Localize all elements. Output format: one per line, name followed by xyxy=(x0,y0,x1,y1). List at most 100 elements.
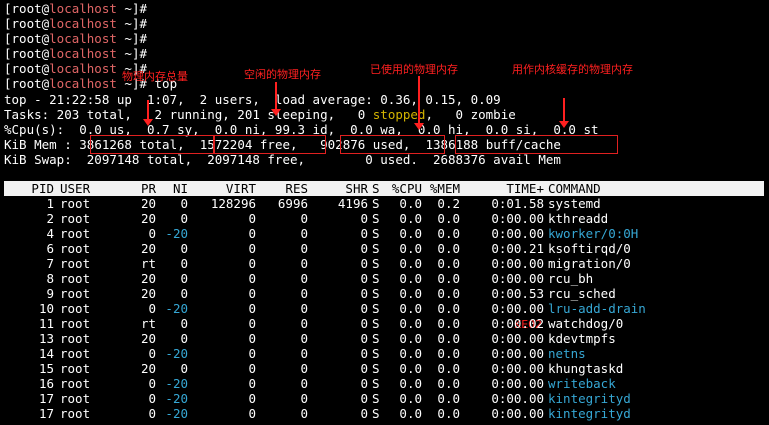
cell-time: 0:00.00 xyxy=(491,211,544,226)
cell-user: root xyxy=(60,376,91,391)
cell-virt: 0 xyxy=(248,226,256,241)
prompt-line: [root@localhost ~]# xyxy=(4,46,147,61)
cell-res: 0 xyxy=(300,361,308,376)
table-row: 9 root 20 0 0 0 0 S 0.0 0.0 0:00.53 rcu_sched xyxy=(4,286,764,301)
table-row: 1 root 20 0 128296 6996 4196 S 0.0 0.2 0:01.58 syst… xyxy=(4,196,764,211)
cell-virt: 0 xyxy=(248,391,256,406)
cell-user: root xyxy=(60,391,91,406)
column-cpu: %CPU xyxy=(391,181,422,196)
highlight-box-cache xyxy=(455,135,618,154)
annotation-total: 物理内存总量 xyxy=(122,70,188,83)
cell-cpu: 0.0 xyxy=(399,301,422,316)
cell-mem: 0.0 xyxy=(437,256,460,271)
cell-pid: 2 xyxy=(46,211,54,226)
annotation-cache: 用作内核缓存的物理内存 xyxy=(512,63,633,76)
cell-pr: 20 xyxy=(140,196,156,211)
cell-shr: 0 xyxy=(360,346,368,361)
cell-cpu: 0.0 xyxy=(399,346,422,361)
cell-mem: 0.0 xyxy=(437,241,460,256)
cell-res: 0 xyxy=(300,256,308,271)
table-row: 16 root 0 -20 0 0 0 S 0.0 0.0 0:00.00 writeback xyxy=(4,376,764,391)
cell-ni: 0 xyxy=(180,331,188,346)
cell-pid: 9 xyxy=(46,286,54,301)
cell-shr: 4196 xyxy=(337,196,368,211)
table-row: 10 root 0 -20 0 0 0 S 0.0 0.0 0:00.00 lru-add-drain xyxy=(4,301,764,316)
annotation-used: 已使用的物理内存 xyxy=(370,63,458,76)
cell-ni: 0 xyxy=(180,256,188,271)
cell-virt: 0 xyxy=(248,361,256,376)
cell-s: S xyxy=(372,241,380,256)
cell-time: 0:00.00 xyxy=(491,376,544,391)
cell-user: root xyxy=(60,316,91,331)
cell-pid: 6 xyxy=(46,241,54,256)
cell-pid: 13 xyxy=(38,331,54,346)
process-table-header: PID USER PR NI VIRT RES SHR S %CPU %MEM … xyxy=(4,181,764,196)
cell-virt: 0 xyxy=(248,376,256,391)
cell-res: 0 xyxy=(300,301,308,316)
cell-pr: 0 xyxy=(148,301,156,316)
cell-pr: 20 xyxy=(140,361,156,376)
cell-user: root xyxy=(60,211,91,226)
prompt-line: [root@localhost ~]# xyxy=(4,16,147,31)
terminal-window[interactable]: [root@localhost ~]# [root@localhost ~]# … xyxy=(0,0,769,425)
swap-line: KiB Swap: 2097148 total, 2097148 free, 0… xyxy=(4,152,561,167)
cell-virt: 0 xyxy=(248,406,256,421)
cell-user: root xyxy=(60,196,91,211)
cell-res: 0 xyxy=(300,376,308,391)
cell-time: 0:00.00 xyxy=(491,346,544,361)
cell-pr: 20 xyxy=(140,241,156,256)
cell-s: S xyxy=(372,226,380,241)
cell-ni: -20 xyxy=(165,376,188,391)
cell-res: 0 xyxy=(300,271,308,286)
cell-cmd: kintegrityd xyxy=(548,406,631,421)
cell-pid: 11 xyxy=(38,316,54,331)
cell-ni: 0 xyxy=(180,241,188,256)
cell-shr: 0 xyxy=(360,361,368,376)
cell-cpu: 0.0 xyxy=(399,361,422,376)
cell-s: S xyxy=(372,301,380,316)
process-table: 1 root 20 0 128296 6996 4196 S 0.0 0.2 0:01.58 syst… xyxy=(4,196,764,421)
cell-shr: 0 xyxy=(360,376,368,391)
column-time: TIME+ xyxy=(506,181,544,196)
cell-user: root xyxy=(60,271,91,286)
cell-cmd: ksoftirqd/0 xyxy=(548,241,631,256)
cell-mem: 0.0 xyxy=(437,376,460,391)
cell-virt: 0 xyxy=(248,241,256,256)
cell-shr: 0 xyxy=(360,271,368,286)
cell-cpu: 0.0 xyxy=(399,241,422,256)
cell-cmd: watchdog/0 xyxy=(548,316,624,331)
cell-res: 0 xyxy=(300,316,308,331)
cell-res: 6996 xyxy=(277,196,308,211)
cell-mem: 0.0 xyxy=(437,301,460,316)
highlight-box-free xyxy=(214,135,326,154)
arrow-down-icon xyxy=(559,98,569,128)
cell-s: S xyxy=(372,361,380,376)
cell-mem: 0.0 xyxy=(437,361,460,376)
arrow-down-icon xyxy=(414,76,424,130)
table-row: 7 root rt 0 0 0 0 S 0.0 0.0 0:00.00 migration/0 xyxy=(4,256,764,271)
arrow-down-icon xyxy=(143,100,153,126)
cell-user: root xyxy=(60,406,91,421)
cell-virt: 0 xyxy=(248,331,256,346)
cell-cmd: kdevtmpfs xyxy=(548,331,616,346)
table-row: 11 root rt 0 0 0 0 S 0.0 0.0 0:00.02 watchdog/0 xyxy=(4,316,764,331)
cell-user: root xyxy=(60,256,91,271)
cell-mem: 0.2 xyxy=(437,196,460,211)
cell-s: S xyxy=(372,346,380,361)
cell-user: root xyxy=(60,301,91,316)
cell-shr: 0 xyxy=(360,391,368,406)
cell-s: S xyxy=(372,271,380,286)
cell-cpu: 0.0 xyxy=(399,406,422,421)
cell-res: 0 xyxy=(300,286,308,301)
cell-time: 0:00.00 xyxy=(491,271,544,286)
cell-time: 0:00.00 xyxy=(491,391,544,406)
table-row: 2 root 20 0 0 0 0 S 0.0 0.0 0:00.00 kthreadd xyxy=(4,211,764,226)
table-row: 17 root 0 -20 0 0 0 S 0.0 0.0 0:00.00 kintegrityd xyxy=(4,391,764,406)
cell-virt: 0 xyxy=(248,301,256,316)
cell-s: S xyxy=(372,286,380,301)
cell-virt: 0 xyxy=(248,271,256,286)
table-row: 13 root 20 0 0 0 0 S 0.0 0.0 0:00.00 kdevtmpfs xyxy=(4,331,764,346)
table-row: 4 root 0 -20 0 0 0 S 0.0 0.0 0:00.00 kworker/0:0H xyxy=(4,226,764,241)
cell-time: 0:00.00 xyxy=(491,226,544,241)
column-res: RES xyxy=(285,181,308,196)
